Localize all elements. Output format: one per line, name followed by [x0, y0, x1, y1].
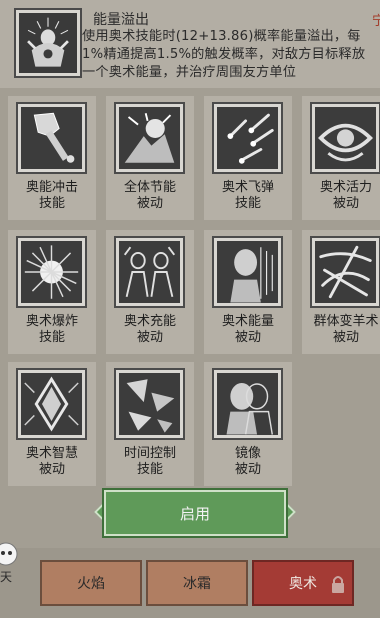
enable-button-wrap: 启用	[94, 490, 296, 536]
skill-kind: 被动	[136, 330, 163, 345]
skill-card-arcane-vitality[interactable]: 奥术活力 被动	[302, 96, 380, 220]
arcane-overflow-icon	[14, 8, 82, 78]
skill-name: 群体变羊术	[313, 314, 379, 329]
skill-card-arcane-blast[interactable]: 奥能冲击 技能	[8, 96, 96, 220]
mirror-image-icon	[212, 368, 283, 440]
detail-tag: 宁	[372, 14, 380, 29]
tab-arcane[interactable]: 奥术	[252, 560, 354, 606]
skill-kind: 被动	[136, 196, 163, 211]
arcane-eye-icon	[310, 102, 380, 174]
lock-icon	[332, 576, 344, 593]
skill-name: 奥术爆炸	[25, 314, 78, 329]
skill-kind: 技能	[38, 196, 65, 211]
skill-name: 奥术智慧	[25, 446, 78, 461]
tab-fire[interactable]: 火焰	[40, 560, 142, 606]
skill-detail-title: 能量溢出	[93, 12, 149, 28]
skill-name: 奥术能量	[221, 314, 274, 329]
skill-kind: 被动	[332, 330, 359, 345]
skill-card-arcane-charge[interactable]: 奥术充能 被动	[106, 230, 194, 354]
tab-frost[interactable]: 冰霜	[146, 560, 248, 606]
skill-card-mass-energy-save[interactable]: 全体节能 被动	[106, 96, 194, 220]
skill-kind: 被动	[234, 330, 261, 345]
skill-name: 奥能冲击	[25, 180, 78, 195]
skill-card-mirror-image[interactable]: 镜像 被动	[204, 362, 292, 486]
skill-detail-panel: 能量溢出 使用奥术技能时(12+13.86)概率能量溢出，每1%精通提高1.5%…	[0, 0, 380, 88]
skill-kind: 技能	[38, 330, 65, 345]
skill-name: 奥术充能	[123, 314, 176, 329]
arcane-charge-icon	[114, 236, 185, 308]
skill-card-time-control[interactable]: 时间控制 技能	[106, 362, 194, 486]
tab-label: 奥术	[289, 576, 317, 592]
skill-kind: 被动	[38, 462, 65, 477]
skill-detail-description: 使用奥术技能时(12+13.86)概率能量溢出，每1%精通提高1.5%的触发概率…	[82, 29, 366, 80]
school-tab-bar: 火焰 冰霜 奥术	[0, 548, 380, 618]
skill-card-arcane-missiles[interactable]: 奥术飞弹 技能	[204, 96, 292, 220]
side-label: 天	[0, 570, 13, 584]
skill-name: 奥术飞弹	[221, 180, 274, 195]
arcane-missiles-icon	[212, 102, 283, 174]
skill-name: 镜像	[234, 446, 261, 461]
skill-card-arcane-energy[interactable]: 奥术能量 被动	[204, 230, 292, 354]
skill-kind: 技能	[234, 196, 261, 211]
arcane-staff-icon	[16, 102, 87, 174]
skill-kind: 技能	[136, 462, 163, 477]
skill-name: 奥术活力	[319, 180, 372, 195]
skill-card-mass-polymorph[interactable]: 群体变羊术 被动	[302, 230, 380, 354]
mass-polymorph-icon	[310, 236, 380, 308]
skill-card-arcane-wisdom[interactable]: 奥术智慧 被动	[8, 362, 96, 486]
skill-kind: 被动	[332, 196, 359, 211]
energy-save-icon	[114, 102, 185, 174]
time-control-icon	[114, 368, 185, 440]
skill-name: 时间控制	[123, 446, 176, 461]
arcane-explosion-icon	[16, 236, 87, 308]
skill-name: 全体节能	[123, 180, 176, 195]
enable-button[interactable]: 启用	[104, 490, 286, 536]
arcane-wisdom-icon	[16, 368, 87, 440]
arcane-energy-icon	[212, 236, 283, 308]
skill-card-arcane-explosion[interactable]: 奥术爆炸 技能	[8, 230, 96, 354]
skill-kind: 被动	[234, 462, 261, 477]
